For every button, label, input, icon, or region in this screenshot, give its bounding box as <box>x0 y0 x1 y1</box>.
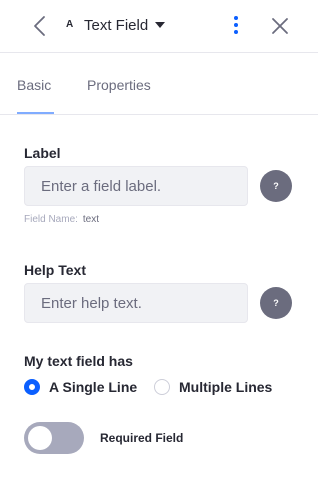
label-help-icon[interactable]: ? <box>260 170 292 202</box>
help-text-help-icon[interactable]: ? <box>260 287 292 319</box>
back-arrow-icon[interactable] <box>30 15 50 37</box>
radio-multiple-lines[interactable]: Multiple Lines <box>154 377 272 397</box>
header: A Text Field <box>0 0 318 53</box>
radio-single-line-label: A Single Line <box>49 379 138 395</box>
radio-unchecked-icon[interactable] <box>154 379 170 395</box>
radio-checked-icon[interactable] <box>24 379 40 395</box>
close-icon[interactable] <box>270 16 290 36</box>
text-type-icon: A <box>66 19 74 30</box>
field-type-title[interactable]: Text Field <box>84 17 148 34</box>
tab-bar: Basic Properties <box>0 53 318 115</box>
help-text-field-label: Help Text <box>24 262 86 278</box>
label-input[interactable] <box>24 166 248 206</box>
field-name-info: Field Name: text <box>24 214 99 225</box>
more-options-icon[interactable] <box>232 16 240 36</box>
radio-multiple-lines-label: Multiple Lines <box>179 379 273 395</box>
label-field-label: Label <box>24 145 61 161</box>
tab-properties[interactable]: Properties <box>87 77 151 93</box>
text-field-has-label: My text field has <box>24 353 133 369</box>
field-name-value: text <box>82 214 100 225</box>
caret-down-icon[interactable] <box>155 22 165 28</box>
field-name-label: Field Name: <box>24 214 78 225</box>
help-text-input[interactable] <box>24 283 248 323</box>
tab-basic[interactable]: Basic <box>17 77 51 93</box>
required-field-label: Required Field <box>100 431 184 445</box>
active-tab-indicator <box>17 112 54 114</box>
toggle-knob <box>28 426 52 450</box>
radio-single-line[interactable]: A Single Line <box>24 377 137 397</box>
required-field-toggle[interactable] <box>24 422 84 454</box>
